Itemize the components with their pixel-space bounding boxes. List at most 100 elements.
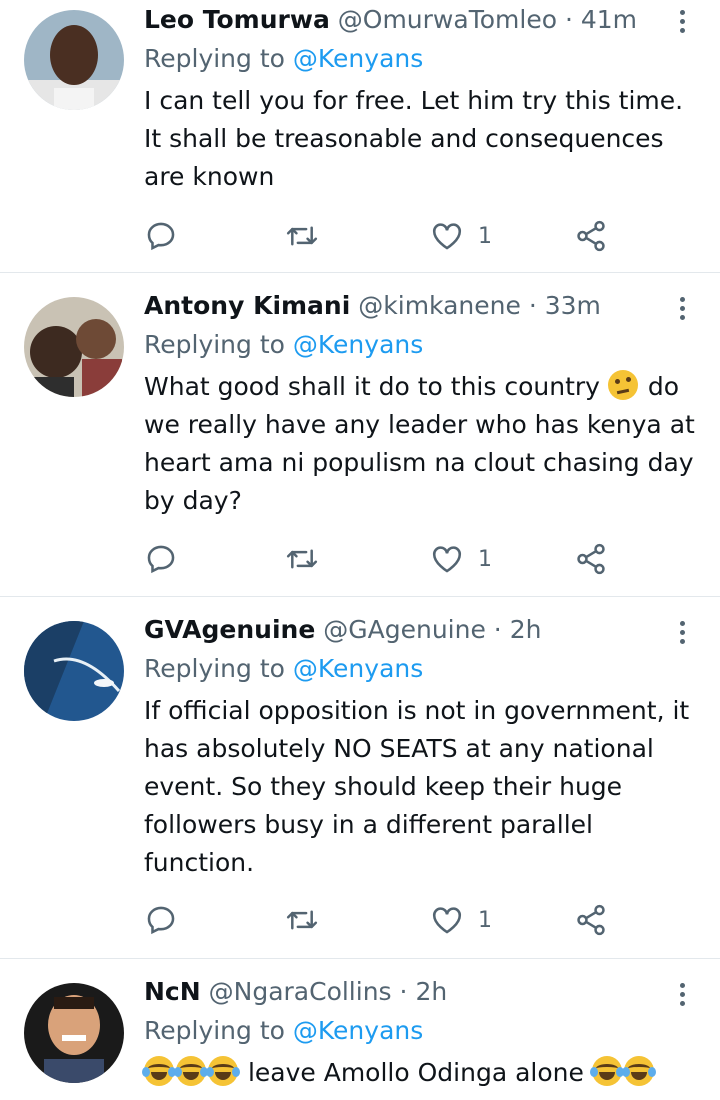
tweet-header: Antony Kimani @kimkanene · 33m xyxy=(144,286,696,326)
separator-dot: · xyxy=(564,5,573,34)
text-line: It shall be treasonable and consequences xyxy=(144,124,664,153)
share-button[interactable] xyxy=(574,539,608,579)
timestamp[interactable]: 33m xyxy=(545,291,601,320)
text-line: I can tell you for free. Let him try thi… xyxy=(144,86,684,115)
tweet[interactable]: Leo Tomurwa @OmurwaTomleo · 41m Replying… xyxy=(0,0,720,273)
mention-link[interactable]: @Kenyans xyxy=(293,44,423,73)
mention-link[interactable]: @Kenyans xyxy=(293,1016,423,1045)
share-icon xyxy=(577,904,605,936)
text-line: function. xyxy=(144,848,255,877)
mention-link[interactable]: @Kenyans xyxy=(293,654,423,683)
more-icon[interactable] xyxy=(672,6,692,42)
replying-to: Replying to @Kenyans xyxy=(144,1012,696,1050)
more-icon[interactable] xyxy=(672,979,692,1015)
retweet-button[interactable] xyxy=(284,900,320,940)
tears-of-joy-emoji xyxy=(142,1056,176,1086)
tweet-header: Leo Tomurwa @OmurwaTomleo · 41m xyxy=(144,0,696,40)
like-button[interactable]: 1 xyxy=(430,539,492,579)
tweet-text: What good shall it do to this country do… xyxy=(144,368,696,520)
text-line: has absolutely NO SEATS at any national xyxy=(144,734,654,763)
like-count: 1 xyxy=(478,546,492,572)
timestamp[interactable]: 2h xyxy=(510,615,542,644)
like-count: 1 xyxy=(478,223,492,249)
tweet[interactable]: Antony Kimani @kimkanene · 33m Replying … xyxy=(0,273,720,597)
tears-of-joy-emoji xyxy=(621,1056,656,1086)
display-name[interactable]: GVAgenuine xyxy=(144,615,315,644)
avatar[interactable] xyxy=(24,621,124,721)
replying-to: Replying to @Kenyans xyxy=(144,326,696,364)
action-bar: 1 xyxy=(144,216,696,256)
thinking-face-emoji xyxy=(607,370,638,400)
replying-to: Replying to @Kenyans xyxy=(144,650,696,688)
more-icon[interactable] xyxy=(672,293,692,329)
retweet-icon xyxy=(286,226,318,246)
user-handle[interactable]: @OmurwaTomleo xyxy=(338,5,557,34)
user-handle[interactable]: @kimkanene xyxy=(358,291,521,320)
display-name[interactable]: NcN xyxy=(144,977,201,1006)
timestamp[interactable]: 2h xyxy=(415,977,447,1006)
text-line: event. So they should keep their huge xyxy=(144,772,623,801)
retweet-icon xyxy=(286,910,318,930)
text-line: If official opposition is not in governm… xyxy=(144,696,690,725)
share-button[interactable] xyxy=(574,216,608,256)
text-segment: leave Amollo Odinga alone xyxy=(247,1058,584,1087)
retweet-button[interactable] xyxy=(284,216,320,256)
text-line: by day? xyxy=(144,486,242,515)
like-count: 1 xyxy=(478,907,492,933)
display-name[interactable]: Antony Kimani xyxy=(144,291,350,320)
user-handle[interactable]: @NgaraCollins xyxy=(209,977,392,1006)
replying-label: Replying to xyxy=(144,1016,285,1045)
tweet-header: GVAgenuine @GAgenuine · 2h xyxy=(144,610,696,650)
share-button[interactable] xyxy=(574,900,608,940)
action-bar: 1 xyxy=(144,900,696,940)
separator-dot: · xyxy=(399,977,408,1006)
heart-icon xyxy=(432,546,462,573)
replying-label: Replying to xyxy=(144,330,285,359)
reply-button[interactable] xyxy=(144,216,178,256)
timestamp[interactable]: 41m xyxy=(581,5,637,34)
reply-button[interactable] xyxy=(144,900,178,940)
share-icon xyxy=(577,543,605,575)
tweet-text: leave Amollo Odinga alone xyxy=(142,1054,696,1092)
reply-icon xyxy=(147,545,175,574)
retweet-icon xyxy=(286,549,318,569)
tears-of-joy-emoji xyxy=(206,1056,240,1086)
tears-of-joy-emoji xyxy=(174,1056,208,1086)
user-handle[interactable]: @GAgenuine xyxy=(323,615,486,644)
heart-icon xyxy=(432,907,462,934)
text-line: What good shall it do to this country do xyxy=(144,368,696,406)
avatar[interactable] xyxy=(24,10,124,110)
mention-link[interactable]: @Kenyans xyxy=(293,330,423,359)
more-icon[interactable] xyxy=(672,617,692,653)
text-line: followers busy in a different parallel xyxy=(144,810,593,839)
display-name[interactable]: Leo Tomurwa xyxy=(144,5,330,34)
like-button[interactable]: 1 xyxy=(430,900,492,940)
tweet[interactable]: NcN @NgaraCollins · 2h Replying to @Keny… xyxy=(0,959,720,1100)
tears-of-joy-emoji xyxy=(589,1056,624,1086)
text-segment: do xyxy=(647,372,680,401)
avatar[interactable] xyxy=(24,297,124,397)
text-line: are known xyxy=(144,162,275,191)
action-bar: 1 xyxy=(144,539,696,579)
reply-icon xyxy=(147,906,175,935)
text-segment: What good shall it do to this country xyxy=(144,372,600,401)
replying-label: Replying to xyxy=(144,44,285,73)
text-line: leave Amollo Odinga alone xyxy=(142,1054,696,1092)
tweet-text: I can tell you for free. Let him try thi… xyxy=(144,82,696,196)
avatar[interactable] xyxy=(24,983,124,1083)
like-button[interactable]: 1 xyxy=(430,216,492,256)
text-line: heart ama ni populism na clout chasing d… xyxy=(144,448,694,477)
separator-dot: · xyxy=(528,291,537,320)
retweet-button[interactable] xyxy=(284,539,320,579)
share-icon xyxy=(577,220,605,252)
tweet-header: NcN @NgaraCollins · 2h xyxy=(144,972,696,1012)
reply-button[interactable] xyxy=(144,539,178,579)
text-line: we really have any leader who has kenya … xyxy=(144,410,695,439)
reply-icon xyxy=(147,222,175,251)
heart-icon xyxy=(432,223,462,250)
replying-to: Replying to @Kenyans xyxy=(144,40,696,78)
separator-dot: · xyxy=(493,615,502,644)
tweet[interactable]: GVAgenuine @GAgenuine · 2h Replying to @… xyxy=(0,597,720,959)
tweet-text: If official opposition is not in governm… xyxy=(144,692,696,882)
replying-label: Replying to xyxy=(144,654,285,683)
